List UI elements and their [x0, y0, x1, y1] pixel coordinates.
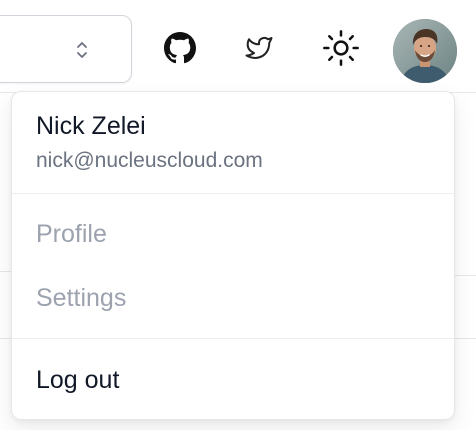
menu-item-profile[interactable]: Profile [36, 220, 107, 249]
user-email: nick@nucleuscloud.com [36, 149, 263, 172]
background-divider [454, 338, 476, 339]
chevron-up-down-icon [77, 42, 87, 58]
twitter-icon [245, 36, 273, 59]
menu-divider [12, 338, 454, 339]
user-menu-dropdown: Nick Zelei nick@nucleuscloud.com Profile… [11, 91, 455, 420]
user-name: Nick Zelei [36, 112, 146, 140]
user-photo [393, 19, 457, 83]
menu-item-log-out[interactable]: Log out [36, 366, 119, 395]
sun-icon [323, 30, 359, 66]
avatar[interactable] [393, 19, 457, 83]
user-info-section: Nick Zelei nick@nucleuscloud.com [12, 92, 454, 194]
twitter-button[interactable] [237, 26, 281, 70]
menu-item-settings[interactable]: Settings [36, 284, 126, 313]
github-icon [164, 32, 196, 64]
theme-toggle-button[interactable] [319, 26, 363, 70]
top-header [0, 0, 476, 93]
context-select[interactable] [0, 15, 132, 83]
github-button[interactable] [158, 26, 202, 70]
background-divider [454, 275, 476, 276]
